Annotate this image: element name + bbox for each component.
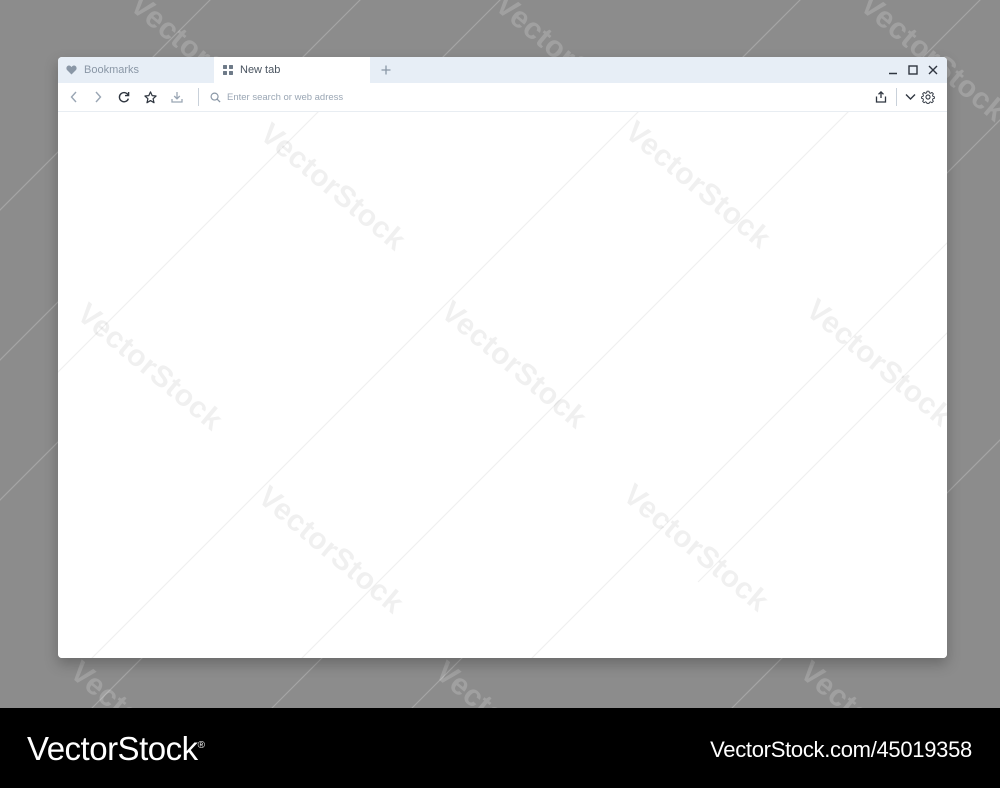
brand-logo: VectorStock®	[27, 730, 205, 768]
tab-label: New tab	[240, 64, 281, 76]
back-button[interactable]	[66, 89, 82, 105]
new-tab-button[interactable]	[376, 60, 396, 80]
close-button[interactable]	[925, 62, 941, 78]
share-button[interactable]	[873, 89, 889, 105]
browser-window: Bookmarks New tab Enter search or web ad…	[58, 57, 947, 658]
star-icon	[143, 90, 157, 103]
forward-button[interactable]	[90, 89, 106, 105]
menu-dropdown-button[interactable]	[902, 89, 918, 105]
toolbar	[58, 83, 947, 112]
tab-new-tab[interactable]: New tab	[214, 57, 370, 83]
grid-icon	[223, 65, 233, 75]
reload-icon	[118, 91, 130, 103]
toolbar-divider	[896, 88, 897, 106]
forward-icon	[95, 91, 102, 103]
download-icon	[171, 92, 183, 103]
close-icon	[928, 65, 938, 75]
brand-text: VectorStock	[27, 730, 198, 767]
gear-icon	[921, 90, 935, 104]
registered-mark: ®	[197, 740, 205, 751]
plus-icon	[381, 65, 391, 75]
toolbar-divider	[198, 88, 199, 106]
share-icon	[875, 91, 887, 103]
page-content-area[interactable]: VectorStock VectorStock VectorStock Vect…	[58, 112, 947, 658]
reload-button[interactable]	[116, 89, 132, 105]
heart-icon	[66, 65, 77, 75]
bookmark-star-button[interactable]	[142, 89, 158, 105]
minimize-button[interactable]	[885, 62, 901, 78]
tab-bar: Bookmarks New tab	[58, 57, 947, 83]
stock-footer: VectorStock® VectorStock.com/45019358	[0, 708, 1000, 788]
tab-bookmarks[interactable]: Bookmarks	[58, 57, 214, 83]
address-bar-input[interactable]	[227, 88, 867, 106]
search-icon-wrap	[207, 89, 223, 105]
settings-button[interactable]	[920, 89, 936, 105]
background-stage: VectorStock VectorStock VectorStock Vect…	[0, 0, 1000, 708]
image-id: VectorStock.com/45019358	[710, 737, 972, 762]
back-icon	[70, 91, 77, 103]
minimize-icon	[889, 72, 897, 75]
maximize-icon	[908, 65, 918, 75]
chevron-down-icon	[905, 94, 915, 100]
tab-label: Bookmarks	[84, 64, 140, 76]
maximize-button[interactable]	[905, 62, 921, 78]
search-icon	[210, 92, 221, 103]
download-button[interactable]	[169, 89, 185, 105]
